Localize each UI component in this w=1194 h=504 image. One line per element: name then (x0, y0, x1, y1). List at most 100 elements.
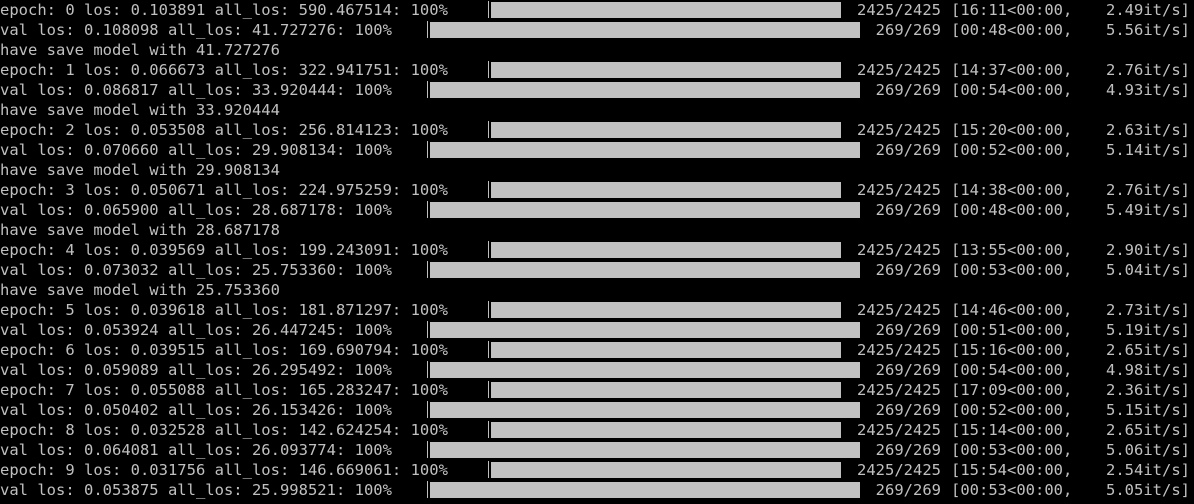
train-progress-line: epoch: 7 los: 0.055088 all_los: 165.2832… (0, 380, 1194, 400)
iteration-rate: 2.65it/s] (1106, 341, 1190, 359)
progress-bar-fill (430, 482, 860, 498)
elapsed-time: [00:53<00:00, (951, 261, 1073, 279)
elapsed-time: [14:46<00:00, (951, 301, 1073, 319)
elapsed-time: [00:53<00:00, (951, 481, 1073, 499)
train-progress-line: epoch: 9 los: 0.031756 all_los: 146.6690… (0, 460, 1194, 480)
progress-bar-fill (430, 82, 860, 98)
progress-bar-edge (488, 1, 489, 18)
progress-label: epoch: 0 los: 0.103891 all_los: 590.4675… (0, 1, 448, 19)
progress-counter: 2425/2425 (857, 181, 941, 199)
train-progress-line: epoch: 8 los: 0.032528 all_los: 142.6242… (0, 420, 1194, 440)
iteration-rate: 5.15it/s] (1106, 401, 1190, 419)
progress-bar-edge (488, 301, 489, 318)
progress-bar-fill (430, 142, 860, 158)
progress-bar-edge (488, 61, 489, 78)
elapsed-time: [16:11<00:00, (951, 1, 1073, 19)
progress-bar-edge (488, 381, 489, 398)
progress-bar-edge (488, 421, 489, 438)
elapsed-time: [00:54<00:00, (951, 361, 1073, 379)
val-progress-line: val los: 0.073032 all_los: 25.753360: 10… (0, 260, 1194, 280)
progress-counter: 269/269 (875, 141, 941, 159)
progress-bar-edge (427, 481, 428, 498)
progress-bar-edge (427, 361, 428, 378)
progress-counter: 2425/2425 (857, 301, 941, 319)
val-progress-line: val los: 0.065900 all_los: 28.687178: 10… (0, 200, 1194, 220)
val-progress-line: val los: 0.053924 all_los: 26.447245: 10… (0, 320, 1194, 340)
progress-bar-fill (491, 342, 841, 358)
progress-counter: 269/269 (875, 401, 941, 419)
progress-bar-fill (430, 442, 860, 458)
elapsed-time: [14:37<00:00, (951, 61, 1073, 79)
elapsed-time: [15:54<00:00, (951, 461, 1073, 479)
progress-bar-fill (491, 422, 841, 438)
iteration-rate: 5.19it/s] (1106, 321, 1190, 339)
progress-counter: 2425/2425 (857, 241, 941, 259)
progress-bar-fill (430, 22, 860, 38)
elapsed-time: [13:55<00:00, (951, 241, 1073, 259)
val-progress-line: val los: 0.086817 all_los: 33.920444: 10… (0, 80, 1194, 100)
val-progress-line: val los: 0.108098 all_los: 41.727276: 10… (0, 20, 1194, 40)
progress-counter: 269/269 (875, 81, 941, 99)
progress-bar-edge (427, 321, 428, 338)
progress-bar-fill (430, 402, 860, 418)
progress-label: val los: 0.070660 all_los: 29.908134: 10… (0, 141, 392, 159)
elapsed-time: [00:51<00:00, (951, 321, 1073, 339)
progress-bar-edge (488, 121, 489, 138)
train-progress-line: epoch: 4 los: 0.039569 all_los: 199.2430… (0, 240, 1194, 260)
val-progress-line: val los: 0.064081 all_los: 26.093774: 10… (0, 440, 1194, 460)
progress-counter: 2425/2425 (857, 341, 941, 359)
progress-bar-edge (488, 241, 489, 258)
iteration-rate: 2.90it/s] (1106, 241, 1190, 259)
iteration-rate: 2.36it/s] (1106, 381, 1190, 399)
progress-label: epoch: 6 los: 0.039515 all_los: 169.6907… (0, 341, 448, 359)
progress-bar-edge (427, 81, 428, 98)
elapsed-time: [00:52<00:00, (951, 401, 1073, 419)
save-message-line: have save model with 41.727276 (0, 40, 1194, 60)
progress-counter: 2425/2425 (857, 381, 941, 399)
terminal-output: epoch: 0 los: 0.103891 all_los: 590.4675… (0, 0, 1194, 504)
save-message: have save model with 25.753360 (0, 281, 280, 299)
progress-label: val los: 0.050402 all_los: 26.153426: 10… (0, 401, 392, 419)
iteration-rate: 5.49it/s] (1106, 201, 1190, 219)
progress-label: epoch: 5 los: 0.039618 all_los: 181.8712… (0, 301, 448, 319)
val-progress-line: val los: 0.053875 all_los: 25.998521: 10… (0, 480, 1194, 500)
save-message: have save model with 29.908134 (0, 161, 280, 179)
progress-label: epoch: 4 los: 0.039569 all_los: 199.2430… (0, 241, 448, 259)
progress-counter: 269/269 (875, 321, 941, 339)
elapsed-time: [15:20<00:00, (951, 121, 1073, 139)
progress-bar-fill (491, 382, 841, 398)
progress-bar-edge (427, 261, 428, 278)
progress-label: val los: 0.053924 all_los: 26.447245: 10… (0, 321, 392, 339)
progress-counter: 269/269 (875, 21, 941, 39)
iteration-rate: 2.73it/s] (1106, 301, 1190, 319)
progress-counter: 269/269 (875, 261, 941, 279)
elapsed-time: [15:16<00:00, (951, 341, 1073, 359)
iteration-rate: 2.49it/s] (1106, 1, 1190, 19)
val-progress-line: val los: 0.059089 all_los: 26.295492: 10… (0, 360, 1194, 380)
train-progress-line: epoch: 0 los: 0.103891 all_los: 590.4675… (0, 0, 1194, 20)
iteration-rate: 5.14it/s] (1106, 141, 1190, 159)
progress-bar-edge (488, 181, 489, 198)
elapsed-time: [15:14<00:00, (951, 421, 1073, 439)
iteration-rate: 5.56it/s] (1106, 21, 1190, 39)
progress-label: epoch: 1 los: 0.066673 all_los: 322.9417… (0, 61, 448, 79)
progress-counter: 2425/2425 (857, 61, 941, 79)
progress-label: val los: 0.059089 all_los: 26.295492: 10… (0, 361, 392, 379)
log-lines: epoch: 0 los: 0.103891 all_los: 590.4675… (0, 0, 1194, 500)
progress-bar-edge (427, 201, 428, 218)
progress-bar-edge (427, 441, 428, 458)
progress-bar-fill (430, 322, 860, 338)
iteration-rate: 2.63it/s] (1106, 121, 1190, 139)
train-progress-line: epoch: 2 los: 0.053508 all_los: 256.8141… (0, 120, 1194, 140)
iteration-rate: 2.65it/s] (1106, 421, 1190, 439)
save-message: have save model with 33.920444 (0, 101, 280, 119)
elapsed-time: [00:54<00:00, (951, 81, 1073, 99)
elapsed-time: [00:53<00:00, (951, 441, 1073, 459)
progress-counter: 269/269 (875, 201, 941, 219)
progress-bar-edge (427, 401, 428, 418)
progress-label: val los: 0.053875 all_los: 25.998521: 10… (0, 481, 392, 499)
elapsed-time: [00:48<00:00, (951, 21, 1073, 39)
save-message-line: have save model with 29.908134 (0, 160, 1194, 180)
progress-label: val los: 0.086817 all_los: 33.920444: 10… (0, 81, 392, 99)
progress-bar-fill (430, 202, 860, 218)
